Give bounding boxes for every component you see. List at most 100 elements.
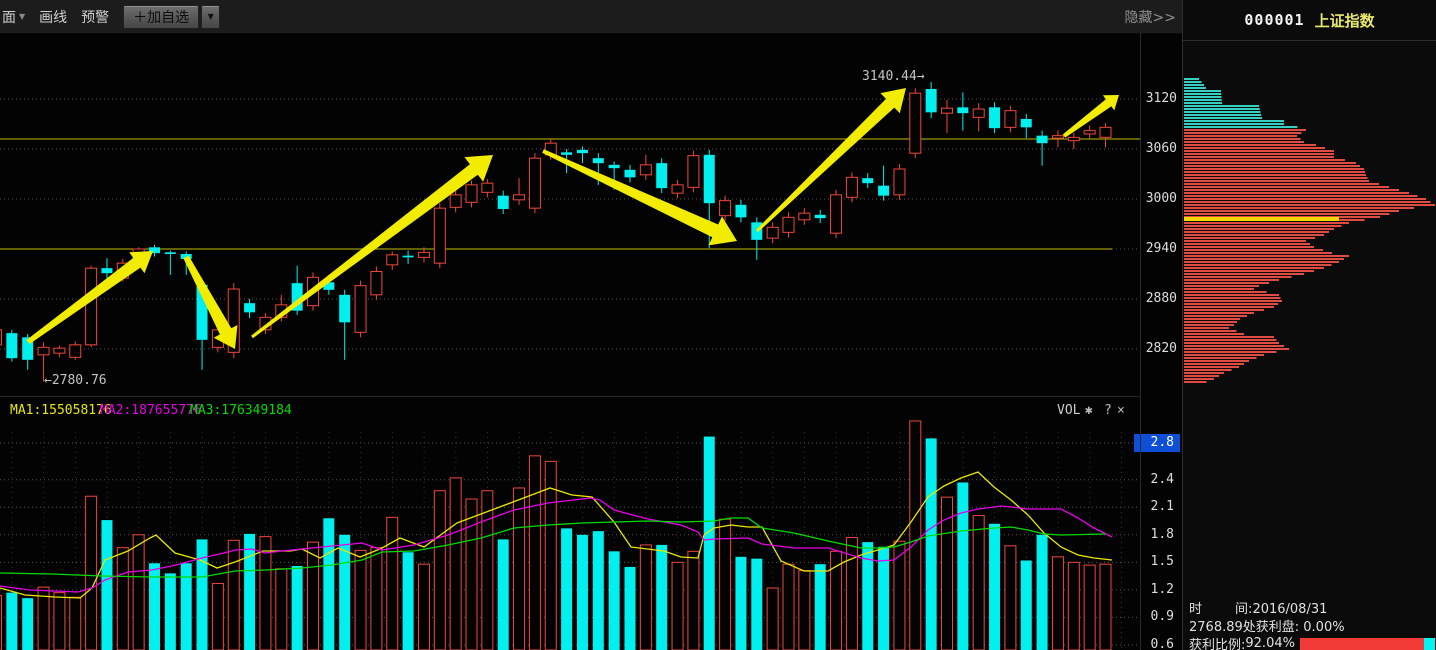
candle bbox=[1068, 137, 1079, 140]
volume-bar bbox=[228, 540, 239, 650]
candle bbox=[514, 195, 525, 200]
volume-bar bbox=[656, 545, 667, 650]
candle bbox=[656, 163, 667, 188]
volume-bar bbox=[403, 552, 414, 650]
symbol-code: 000001 bbox=[1244, 11, 1304, 29]
candle bbox=[418, 252, 429, 257]
candle bbox=[1100, 127, 1111, 137]
volume-bar bbox=[101, 520, 112, 650]
candle bbox=[339, 295, 350, 323]
volume-bar bbox=[498, 539, 509, 650]
candle bbox=[403, 256, 414, 258]
candle bbox=[0, 330, 2, 345]
candles-layer bbox=[0, 82, 1111, 382]
candle bbox=[942, 108, 953, 113]
current-price-marker bbox=[1184, 217, 1339, 221]
volume-bar bbox=[466, 499, 477, 650]
volume-bar bbox=[371, 548, 382, 650]
volume-bar bbox=[783, 564, 794, 650]
candle bbox=[1084, 131, 1095, 134]
volume-bar bbox=[1068, 562, 1079, 650]
candle bbox=[609, 165, 620, 168]
settings-gear-icon[interactable]: ✱ bbox=[1085, 403, 1093, 418]
volume-bar bbox=[799, 571, 810, 650]
candle bbox=[926, 89, 937, 112]
volume-bar bbox=[989, 524, 1000, 650]
volume-bar bbox=[593, 531, 604, 650]
candle bbox=[371, 272, 382, 295]
candle bbox=[957, 107, 968, 113]
ma1-value: MA1:155058176 bbox=[10, 403, 112, 418]
candle bbox=[101, 268, 112, 273]
indicator-bar: MA1:155058176 MA2:187655776 MA3:17634918… bbox=[0, 399, 1140, 425]
trading-terminal: 面▼画线预警 ＋加自选 ▼ 隐藏>> 3140.44→ ←2780.76 MA1… bbox=[0, 0, 1436, 650]
volume-bar bbox=[1021, 561, 1032, 650]
price-tick: 3000 bbox=[1137, 190, 1177, 208]
candle bbox=[735, 205, 746, 218]
volume-bar bbox=[751, 559, 762, 650]
chip-profit-row: 2768.89处获利盘: 0.00% bbox=[1189, 616, 1345, 635]
candle bbox=[894, 169, 905, 195]
candle bbox=[799, 213, 810, 220]
volume-bar bbox=[688, 551, 699, 650]
trend-arrows-layer bbox=[27, 88, 1120, 349]
candle bbox=[846, 177, 857, 197]
volume-bar bbox=[1005, 546, 1016, 650]
profit-ratio-bar-cyan bbox=[1424, 638, 1435, 650]
chip-histogram-layer bbox=[1184, 78, 1435, 383]
volume-bar bbox=[323, 518, 334, 650]
price-tick: 2880 bbox=[1137, 290, 1177, 308]
price-tick: 2940 bbox=[1137, 240, 1177, 258]
chip-ratio-row: 获利比例:92.04% bbox=[1189, 634, 1435, 650]
volume-bar bbox=[926, 438, 937, 650]
candle bbox=[6, 333, 17, 358]
help-icon[interactable]: ? bbox=[1104, 403, 1112, 418]
candle bbox=[1021, 119, 1032, 127]
volume-bars-layer bbox=[0, 421, 1111, 650]
volume-bar bbox=[212, 583, 223, 650]
price-tick: 3120 bbox=[1137, 90, 1177, 108]
volume-bar bbox=[973, 516, 984, 650]
profit-ratio-bar bbox=[1300, 638, 1435, 650]
volume-bar bbox=[577, 535, 588, 650]
volume-bar bbox=[260, 537, 271, 650]
candle bbox=[910, 93, 921, 153]
candle bbox=[561, 152, 572, 155]
volume-bar bbox=[957, 482, 968, 650]
candle bbox=[862, 178, 873, 183]
volume-bar bbox=[529, 456, 540, 650]
close-indicator-icon[interactable]: × bbox=[1117, 403, 1125, 418]
chip-distribution-panel: 000001 上证指数 时 间:2016/08/31 2768.89处获利盘: … bbox=[1183, 0, 1436, 650]
candle bbox=[720, 201, 731, 216]
volume-bar bbox=[117, 548, 128, 650]
volume-bar bbox=[149, 563, 160, 650]
candle bbox=[1052, 136, 1063, 139]
symbol-name: 上证指数 bbox=[1315, 10, 1375, 31]
volume-bar bbox=[387, 517, 398, 650]
volume-bar bbox=[276, 569, 287, 650]
candle bbox=[973, 109, 984, 117]
candle bbox=[751, 222, 762, 240]
volume-bar bbox=[609, 551, 620, 650]
indicator-name: VOL bbox=[1057, 403, 1080, 418]
candle bbox=[815, 215, 826, 218]
price-tick: 2820 bbox=[1137, 340, 1177, 358]
candle bbox=[625, 170, 636, 178]
candle bbox=[672, 185, 683, 193]
candle bbox=[482, 183, 493, 192]
volume-bar bbox=[482, 491, 493, 650]
candle bbox=[878, 186, 889, 196]
chip-distribution-histogram[interactable] bbox=[1183, 0, 1436, 650]
candle bbox=[244, 303, 255, 312]
candle bbox=[355, 286, 366, 333]
volume-bar bbox=[894, 541, 905, 650]
volume-bar bbox=[450, 478, 461, 650]
volume-bar bbox=[704, 437, 715, 650]
profit-ratio-value: 92.04% bbox=[1245, 636, 1295, 650]
candle bbox=[1005, 111, 1016, 128]
candle bbox=[466, 185, 477, 203]
volume-bar bbox=[1052, 557, 1063, 650]
volume-bar bbox=[86, 496, 97, 650]
candle bbox=[165, 252, 176, 254]
candlestick-volume-chart[interactable] bbox=[0, 0, 1141, 650]
